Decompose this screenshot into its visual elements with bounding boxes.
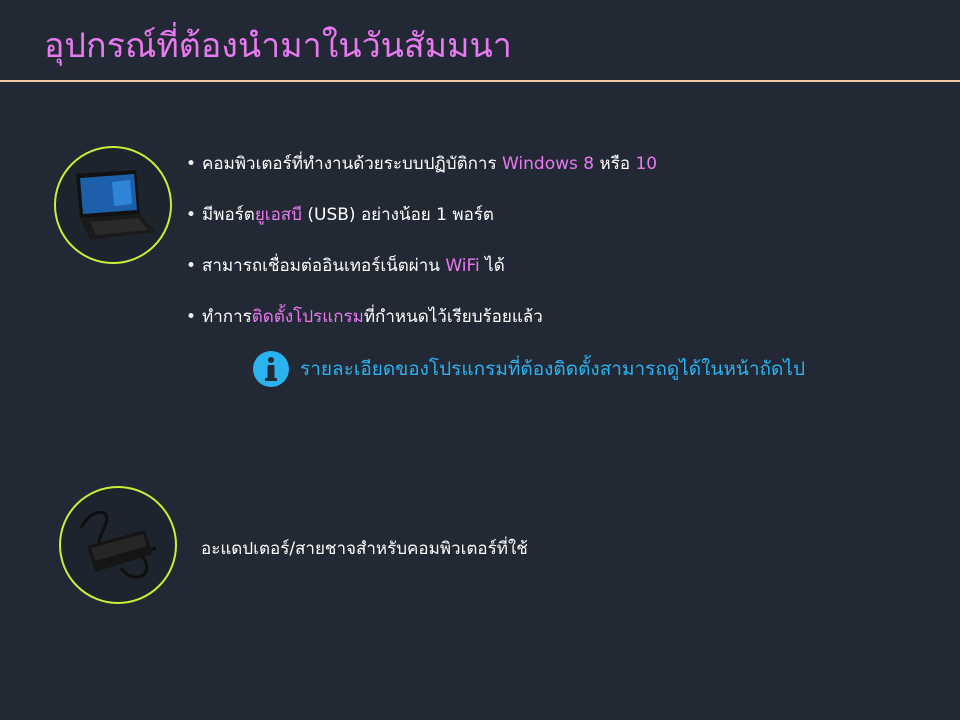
item-text-after: ที่กำหนดไว้เรียบร้อยแล้ว xyxy=(363,307,543,327)
item-text: คอมพิวเตอร์ที่ทำงานด้วยระบบปฏิบัติการ xyxy=(202,154,502,174)
item-text: ทำการ xyxy=(202,307,252,327)
list-item: • คอมพิวเตอร์ที่ทำงานด้วยระบบปฏิบัติการ W… xyxy=(186,150,657,201)
power-adapter-icon xyxy=(79,510,157,579)
item-text-after: ได้ xyxy=(479,256,505,276)
info-text: รายละเอียดของโปรแกรมที่ต้องติดตั้งสามารถ… xyxy=(300,358,806,380)
adapter-image xyxy=(59,486,177,604)
list-item: • มีพอร์ตยูเอสบี (USB) อย่างน้อย 1 พอร์ต xyxy=(186,201,657,252)
bullet-marker: • xyxy=(186,154,197,174)
bullet-marker: • xyxy=(186,307,197,327)
item-text: สามารถเชื่อมต่ออินเทอร์เน็ตผ่าน xyxy=(202,256,446,276)
bullet-marker: • xyxy=(186,205,197,225)
item-text: มีพอร์ต xyxy=(202,205,255,225)
adapter-text: อะแดปเตอร์/สายชาจสำหรับคอมพิวเตอร์ที่ใช้ xyxy=(201,539,528,559)
list-item: • ทำการติดตั้งโปรแกรมที่กำหนดไว้เรียบร้อย… xyxy=(186,303,657,354)
item-highlight-2: 10 xyxy=(635,154,658,174)
item-highlight: ยูเอสบี xyxy=(254,205,302,225)
list-item: • สามารถเชื่อมต่ออินเทอร์เน็ตผ่าน WiFi ได… xyxy=(186,252,657,303)
requirements-list: • คอมพิวเตอร์ที่ทำงานด้วยระบบปฏิบัติการ W… xyxy=(186,150,657,354)
item-text-after: (USB) อย่างน้อย 1 พอร์ต xyxy=(301,205,494,225)
item-highlight: WiFi xyxy=(445,256,480,276)
info-note: รายละเอียดของโปรแกรมที่ต้องติดตั้งสามารถ… xyxy=(252,350,805,388)
item-highlight: Windows 8 xyxy=(502,154,595,174)
laptop-icon xyxy=(76,170,156,240)
page-title: อุปกรณ์ที่ต้องนำมาในวันสัมมนา xyxy=(44,26,512,66)
title-divider xyxy=(0,80,960,82)
item-highlight: ติดตั้งโปรแกรม xyxy=(251,307,364,327)
laptop-image xyxy=(54,146,172,264)
item-text-middle: หรือ xyxy=(594,154,636,174)
bullet-marker: • xyxy=(186,256,197,276)
info-icon xyxy=(253,351,289,387)
